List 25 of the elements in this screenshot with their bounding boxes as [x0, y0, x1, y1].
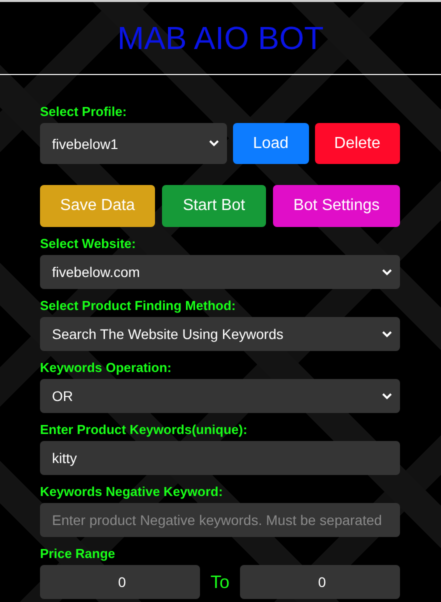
app-title: MAB AIO BOT	[117, 20, 324, 56]
range-separator: To	[209, 572, 230, 592]
chevron-icon	[382, 268, 392, 276]
field-label: Enter Product Keywords(unique):	[40, 422, 248, 438]
load-button[interactable]: Load	[232, 123, 309, 164]
dropdown[interactable]: Search The Website Using Keywords	[40, 317, 400, 351]
input-field[interactable]: Enter product Negative keywords. Must be separated	[40, 503, 400, 537]
field-label: Keywords Operation:	[40, 360, 172, 376]
input-field[interactable]: kitty	[40, 441, 400, 475]
field-label: Price Range	[40, 546, 116, 562]
dropdown[interactable]: OR	[40, 379, 400, 413]
start-bot-button[interactable]: Start Bot	[162, 185, 266, 227]
delete-button[interactable]: Delete	[314, 123, 400, 164]
field-label: Select Website:	[40, 236, 136, 252]
dropdown[interactable]: fivebelow.com	[40, 255, 400, 289]
field-label: Keywords Negative Keyword:	[40, 484, 223, 500]
max-price-field[interactable]: 0	[240, 565, 400, 599]
field-label: Select Profile:	[40, 104, 127, 120]
min-price-field[interactable]: 0	[40, 565, 200, 599]
field-label: Select Product Finding Method:	[40, 298, 236, 314]
chevron-icon	[382, 392, 392, 400]
bot-settings-button[interactable]: Bot Settings	[273, 185, 400, 227]
chevron-icon	[382, 330, 392, 338]
chevron-icon	[208, 140, 219, 147]
profile-dropdown[interactable]: fivebelow1	[40, 123, 227, 164]
